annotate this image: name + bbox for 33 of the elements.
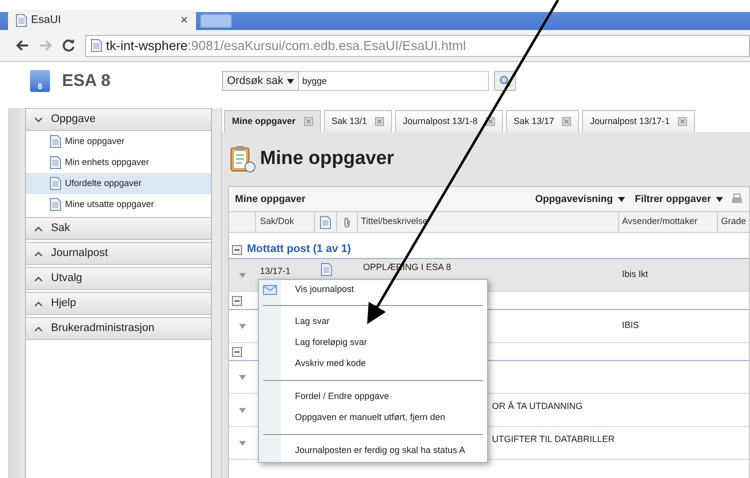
tab-label: Journalpost 13/17-1 (590, 114, 670, 128)
table-cell: 13/17-1 (260, 266, 291, 276)
sidebar-item-label: Mine utsatte oppgaver (65, 198, 154, 211)
menu-item-label: Journalposten er ferdig og skal ha status A (294, 444, 466, 457)
grid-title: Mine oppgaver (235, 192, 306, 206)
page-title: Mine oppgaver (260, 146, 394, 171)
accordion-title: Sak (51, 221, 70, 236)
accordion-title: Hjelp (51, 296, 76, 312)
table-cell: UTGIFTER TIL DATABRILLER (492, 434, 615, 444)
tab-label: Sak 13/17 (514, 114, 554, 128)
table-cell-text: Ibis Ikt (622, 268, 648, 282)
url-host-text: tk-int-wsphere (106, 36, 188, 55)
tab-label: Journalpost 13/1-8 (403, 114, 478, 128)
sidebar-item-label: Mine oppgaver (65, 134, 125, 148)
menu-item-label: Lag svar (294, 314, 330, 328)
group-label: Mottatt post (1 av 1) (247, 242, 351, 258)
table-cell-text: IBIS (622, 319, 640, 332)
accordion-title: Utvalg (51, 271, 82, 286)
tab-label: Mine oppgaver (232, 114, 296, 128)
tab-title: EsaUI (31, 12, 61, 28)
logo-digit: 8 (38, 82, 42, 92)
app-title: ESA 8 (62, 70, 111, 92)
accordion-title: Journalpost (51, 246, 108, 262)
url-path-text: :9081/esaKursui/com.edb.esa.EsaUI/EsaUI.html (188, 36, 466, 55)
menu-item-label: Avskriv med kode (294, 356, 366, 370)
sidebar-item-label: Min enhets oppgaver (65, 156, 150, 169)
accordion-title: Oppgave (51, 112, 96, 128)
tab-label: Sak 13/1 (332, 114, 368, 128)
menu-item-label: Vis journalpost (294, 283, 354, 296)
accordion-title: Brukeradministrasjon (51, 321, 154, 336)
sidebar-item-label: Ufordelte oppgaver (65, 176, 142, 190)
menu-item-label: Oppgaven er manuelt utført, fjern den (294, 410, 446, 424)
table-cell: OR Å TA UTDANNING (492, 401, 583, 411)
